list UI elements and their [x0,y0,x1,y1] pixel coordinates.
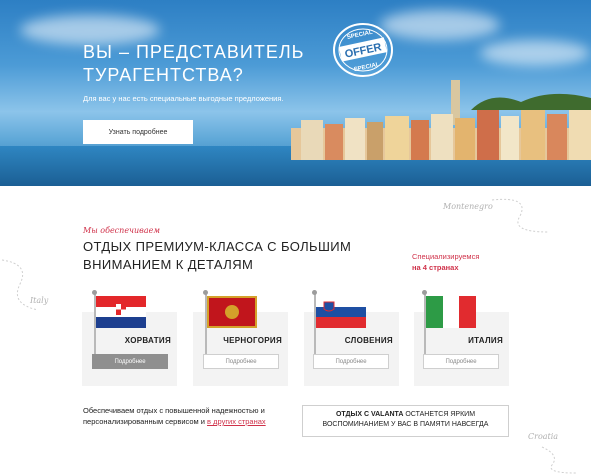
italy-more-button[interactable]: Подробнее [423,354,499,369]
slovenia-flag-icon [316,296,366,328]
specialization-note: Специализируемся на 4 странах [412,251,479,273]
dotted-path-decoration [491,198,549,233]
cloud-decoration [480,40,590,66]
special-offer-stamp: OFFER SPECIAL SPECIAL [333,23,393,77]
other-countries-link[interactable]: в других странах [207,417,266,426]
service-description: Обеспечиваем отдых с повышенной надежнос… [83,405,283,427]
croatia-more-button[interactable]: Подробнее [92,354,168,369]
valanta-quote: ОТДЫХ С VALANTA ОСТАНЕТСЯ ЯРКИМ ВОСПОМИН… [302,405,509,437]
country-name-croatia: ХОРВАТИЯ [124,336,171,345]
country-name-slovenia: СЛОВЕНИЯ [344,336,393,345]
montenegro-more-button[interactable]: Подробнее [203,354,279,369]
croatia-script-label: Croatia [528,432,559,441]
spec-line-1: Специализируемся [412,252,480,261]
stamp-bottom: SPECIAL [353,62,380,73]
montenegro-flag-icon [207,296,257,328]
section-title: ОТДЫХ ПРЕМИУМ-КЛАССА С БОЛЬШИМ ВНИМАНИЕМ… [83,239,352,272]
country-name-italy: ИТАЛИЯ [468,336,503,345]
town-illustration [291,80,591,160]
learn-more-button[interactable]: Узнать подробнее [83,120,193,144]
hero-title: ВЫ – ПРЕДСТАВИТЕЛЬ ТУРАГЕНТСТВА? [83,42,305,85]
country-name-montenegro: ЧЕРНОГОРИЯ [223,336,282,345]
croatia-flag-icon [96,296,146,328]
italy-flag-icon [426,296,476,328]
dotted-path-decoration [1,259,39,311]
hero-subtitle: Для вас у нас есть специальные выгодные … [83,94,284,103]
stamp-top: SPECIAL [347,30,374,41]
slovenia-more-button[interactable]: Подробнее [313,354,389,369]
quote-brand: ОТДЫХ С VALANTA [335,411,404,418]
cloud-decoration [380,10,500,40]
stamp-main: OFFER [344,41,383,60]
section-kicker: Мы обеспечиваем [83,226,160,235]
montenegro-script-label: Montenegro [443,202,493,211]
hero-banner: ВЫ – ПРЕДСТАВИТЕЛЬ ТУРАГЕНТСТВА? Для вас… [0,0,591,186]
spec-line-2: на 4 странах [412,263,459,272]
dotted-path-decoration [541,446,577,474]
